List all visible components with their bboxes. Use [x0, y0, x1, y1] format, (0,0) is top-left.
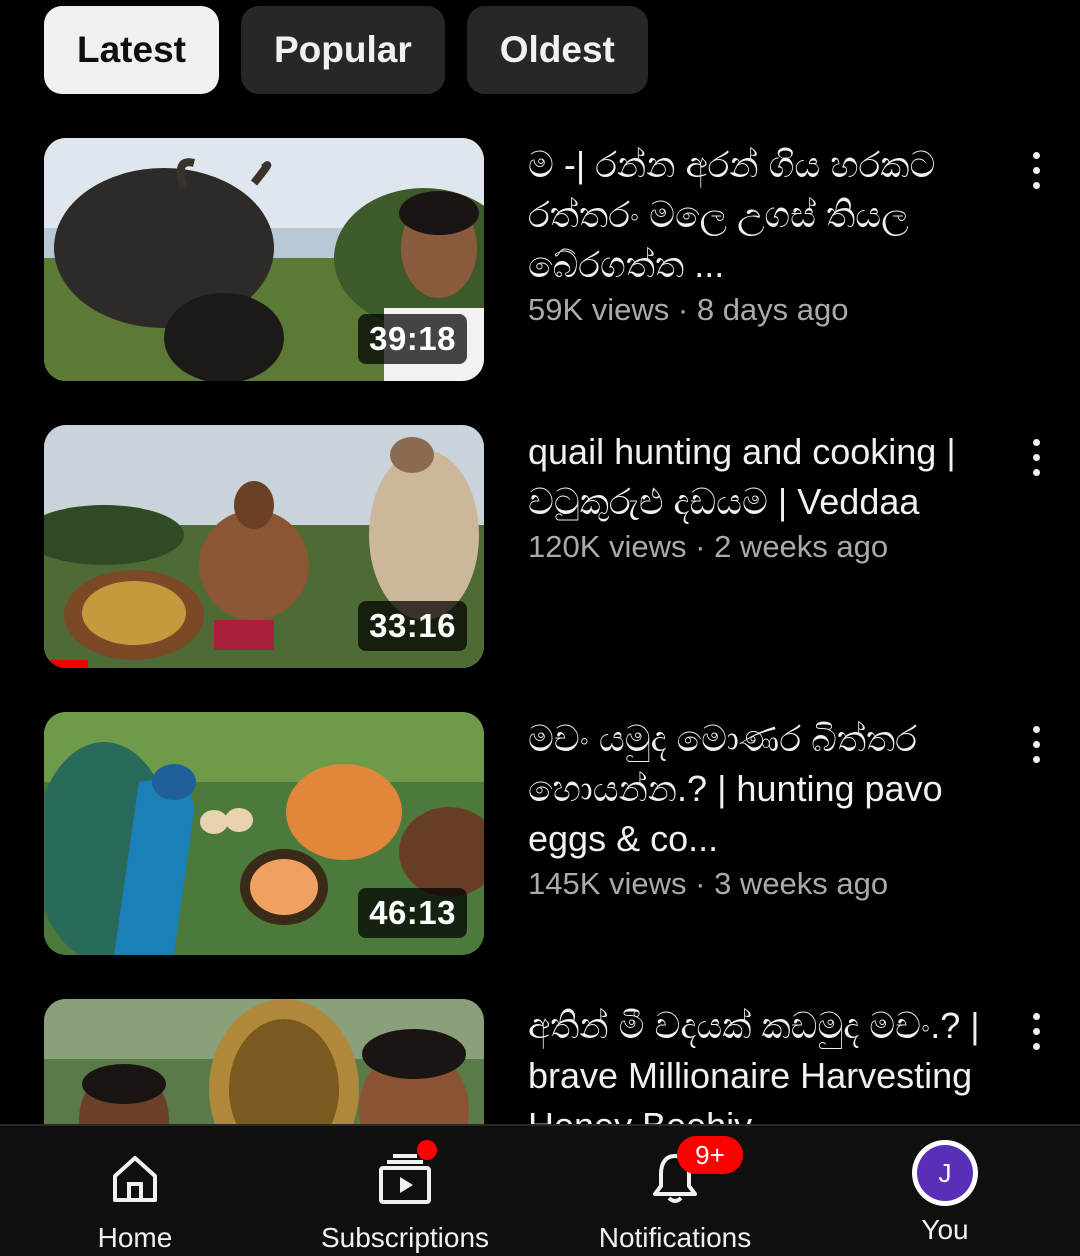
- notification-count-badge: 9+: [677, 1136, 743, 1174]
- nav-notifications[interactable]: 9+ Notifications: [540, 1126, 810, 1256]
- more-options-icon[interactable]: [1016, 1005, 1056, 1057]
- nav-notifications-label: Notifications: [598, 1222, 752, 1253]
- video-title[interactable]: අතින් මී වදයක් කඩමුද මචං.? | brave Milli…: [528, 1001, 998, 1124]
- filter-chips: Latest Popular Oldest: [44, 6, 648, 94]
- video-duration: 46:13: [358, 888, 467, 938]
- nav-you-label: You: [921, 1214, 969, 1245]
- nav-home-label: Home: [97, 1222, 173, 1253]
- video-title[interactable]: මචං යමුද මොණර බිත්තර හොයන්න.? | hunting …: [528, 714, 998, 864]
- video-meta: 59K views · 8 days ago: [528, 292, 849, 327]
- avatar: J: [917, 1145, 973, 1201]
- video-thumbnail[interactable]: 39:18: [44, 138, 484, 381]
- more-options-icon[interactable]: [1016, 144, 1056, 196]
- video-list: 39:18 ම -| රන්න අරන් ගිය හරකට රත්තරං මලෙ…: [0, 138, 1080, 1124]
- more-options-icon[interactable]: [1016, 431, 1056, 483]
- chip-latest[interactable]: Latest: [44, 6, 219, 94]
- video-info[interactable]: ම -| රන්න අරන් ගිය හරකට රත්තරං මලෙ උගස් …: [528, 140, 998, 328]
- nav-subscriptions-label: Subscriptions: [320, 1222, 490, 1253]
- video-title[interactable]: quail hunting and cooking | වටුකුරුළු දඩ…: [528, 427, 998, 527]
- video-info[interactable]: quail hunting and cooking | වටුකුරුළු දඩ…: [528, 427, 998, 565]
- video-thumbnail[interactable]: 33:16: [44, 425, 484, 668]
- more-options-icon[interactable]: [1016, 718, 1056, 770]
- new-content-dot: [417, 1140, 437, 1160]
- video-meta: 145K views · 3 weeks ago: [528, 866, 889, 901]
- thumbnail-image: [44, 999, 484, 1124]
- video-item[interactable]: 39:18 ම -| රන්න අරන් ගිය හරකට රත්තරං මලෙ…: [0, 138, 1080, 382]
- home-icon: [103, 1146, 167, 1210]
- video-duration: 33:16: [358, 601, 467, 651]
- video-item[interactable]: 46:13 මචං යමුද මොණර බිත්තර හොයන්න.? | hu…: [0, 712, 1080, 956]
- video-info[interactable]: මචං යමුද මොණර බිත්තර හොයන්න.? | hunting …: [528, 714, 998, 902]
- watch-progress-bar: [44, 660, 88, 668]
- bottom-navigation: Home Subscriptions 9+ Notifications J Yo…: [0, 1124, 1080, 1256]
- chip-oldest[interactable]: Oldest: [466, 6, 648, 94]
- nav-you[interactable]: J You: [810, 1126, 1080, 1256]
- nav-subscriptions[interactable]: Subscriptions: [270, 1126, 540, 1256]
- nav-home[interactable]: Home: [0, 1126, 270, 1256]
- video-meta: 120K views · 2 weeks ago: [528, 529, 889, 564]
- video-item[interactable]: අතින් මී වදයක් කඩමුද මචං.? | brave Milli…: [0, 999, 1080, 1124]
- subscriptions-icon: [373, 1140, 437, 1210]
- video-title[interactable]: ම -| රන්න අරන් ගිය හරකට රත්තරං මලෙ උගස් …: [528, 140, 998, 290]
- channel-videos-page: Latest Popular Oldest 39:18 ම -| රන්න අර…: [0, 0, 1080, 1256]
- video-thumbnail[interactable]: 46:13: [44, 712, 484, 955]
- bell-icon: 9+: [643, 1136, 743, 1210]
- avatar-ring: J: [912, 1140, 978, 1206]
- video-duration: 39:18: [358, 314, 467, 364]
- video-info[interactable]: අතින් මී වදයක් කඩමුද මචං.? | brave Milli…: [528, 1001, 998, 1124]
- chip-popular[interactable]: Popular: [240, 6, 445, 94]
- video-item[interactable]: 33:16 quail hunting and cooking | වටුකුර…: [0, 425, 1080, 669]
- video-thumbnail[interactable]: [44, 999, 484, 1124]
